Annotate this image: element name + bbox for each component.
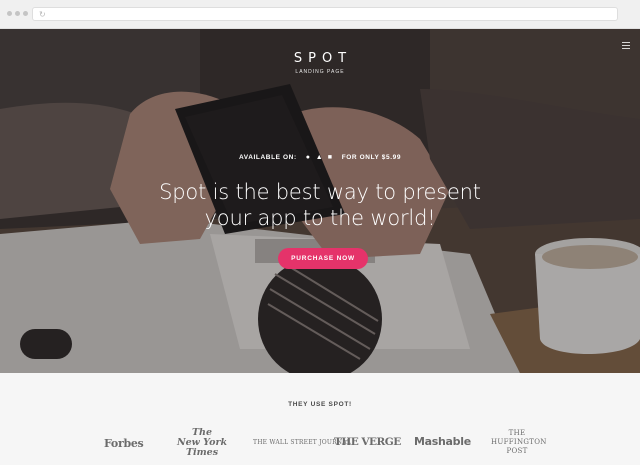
logo-word: SPOT <box>293 51 353 66</box>
close-dot[interactable] <box>7 11 12 16</box>
platform-icons: ● ▲ ■ <box>305 154 334 161</box>
apple-icon[interactable]: ● <box>305 154 312 161</box>
available-label: AVAILABLE ON: <box>238 154 297 161</box>
address-bar[interactable]: ↻ <box>32 7 618 21</box>
hero-headline: Spot is the best way to present your app… <box>0 179 640 231</box>
logo-subtitle: LANDING PAGE <box>295 69 345 75</box>
mashable-logo[interactable]: Mashable <box>414 435 471 448</box>
huff-line-2: HUFFINGTON <box>491 438 547 446</box>
press-title: THEY USE SPOT! <box>288 401 352 408</box>
forbes-logo[interactable]: Forbes <box>104 437 144 450</box>
maximize-dot[interactable] <box>23 11 28 16</box>
headline-line-1: Spot is the best way to present <box>159 180 481 204</box>
huff-line-1: THE <box>508 429 526 437</box>
price-label: FOR ONLY $5.99 <box>341 154 402 161</box>
android-icon[interactable]: ▲ <box>316 154 323 161</box>
headline-line-2: your app to the world! <box>204 206 436 230</box>
press-section: THEY USE SPOT! Forbes The New York Times… <box>0 373 640 465</box>
huffington-post-logo[interactable]: THE HUFFINGTON POST <box>491 429 547 456</box>
the-verge-logo[interactable]: THE VERGE <box>334 436 401 448</box>
press-logos: Forbes The New York Times THE WALL STREE… <box>0 428 640 464</box>
menu-icon[interactable] <box>622 42 630 49</box>
windows-icon[interactable]: ■ <box>327 154 334 161</box>
nyt-line-3: Times <box>185 447 219 458</box>
huff-line-3: POST <box>506 447 528 455</box>
hero-section: SPOT LANDING PAGE AVAILABLE ON: ● ▲ ■ FO… <box>0 29 640 373</box>
availability-row: AVAILABLE ON: ● ▲ ■ FOR ONLY $5.99 <box>0 154 640 161</box>
reload-icon[interactable]: ↻ <box>39 10 46 20</box>
purchase-now-button[interactable]: PURCHASE NOW <box>278 248 368 269</box>
nyt-logo[interactable]: The New York Times <box>176 428 228 458</box>
window-controls <box>7 11 28 16</box>
browser-chrome: ↻ <box>0 0 640 29</box>
site-logo[interactable]: SPOT LANDING PAGE <box>0 51 640 75</box>
minimize-dot[interactable] <box>15 11 20 16</box>
